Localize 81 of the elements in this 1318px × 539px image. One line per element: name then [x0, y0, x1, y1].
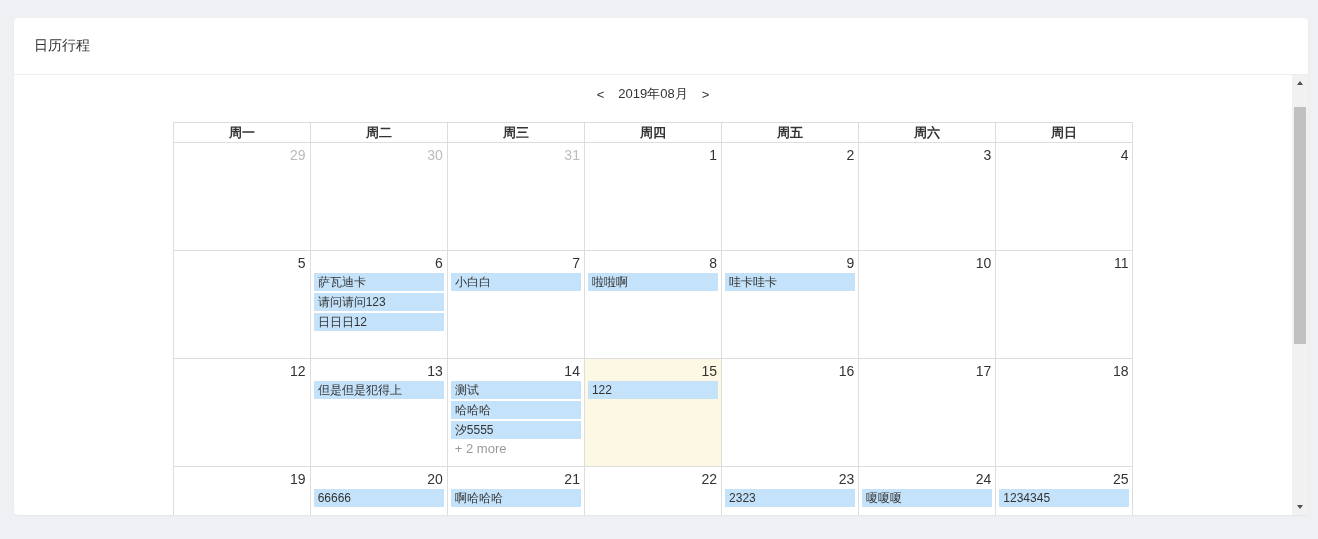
day-number: 23	[838, 471, 855, 487]
day-cell[interactable]: 11	[996, 251, 1134, 359]
calendar-event[interactable]: 122	[587, 381, 719, 399]
day-number: 12	[290, 363, 306, 379]
day-number: 6	[435, 255, 443, 271]
prev-month-button[interactable]: <	[590, 86, 611, 102]
day-number: 31	[564, 147, 580, 163]
day-cell[interactable]: 6 萨瓦迪卡 请问请问123 日日日12	[310, 251, 448, 359]
day-number: 21	[564, 471, 580, 487]
day-number: 3	[983, 147, 992, 163]
day-cell[interactable]: 24 嗄嗄嗄	[859, 467, 997, 515]
calendar-event[interactable]: 嗄嗄嗄	[862, 489, 993, 507]
day-cell[interactable]: 5	[173, 251, 311, 359]
day-cell[interactable]: 18	[996, 359, 1134, 467]
calendar-event[interactable]: 哈哈哈	[450, 401, 581, 419]
day-cell[interactable]: 13 但是但是犯得上	[310, 359, 448, 467]
calendar-event[interactable]: 但是但是犯得上	[313, 381, 444, 399]
day-cell[interactable]: 7 小白白	[447, 251, 585, 359]
day-cell[interactable]: 10	[859, 251, 997, 359]
day-number: 24	[975, 471, 992, 487]
weekday-header: 周日	[996, 122, 1134, 143]
calendar-event[interactable]: 哇卡哇卡	[725, 273, 856, 291]
day-cell[interactable]: 12	[173, 359, 311, 467]
day-number: 29	[290, 147, 306, 163]
calendar-event[interactable]: 2323	[725, 489, 856, 507]
day-number: 15	[701, 363, 718, 379]
day-number: 9	[846, 255, 855, 271]
calendar-event[interactable]: 测试	[450, 381, 581, 399]
day-number: 11	[1113, 255, 1129, 271]
day-cell[interactable]: 20 66666	[310, 467, 448, 515]
panel-title: 日历行程	[34, 37, 90, 55]
day-number: 25	[1112, 471, 1129, 487]
calendar-event[interactable]: 萨瓦迪卡	[313, 273, 444, 291]
calendar-event[interactable]: 1234345	[999, 489, 1130, 507]
weekday-header: 周三	[447, 122, 585, 143]
day-cell[interactable]: 14 测试 哈哈哈 汐5555 + 2 more	[447, 359, 585, 467]
day-number: 5	[297, 255, 306, 271]
day-number: 7	[572, 255, 580, 271]
day-cell[interactable]: 9 哇卡哇卡	[722, 251, 860, 359]
month-title: 2019年08月	[618, 85, 688, 103]
weekday-header: 周一	[173, 122, 311, 143]
day-number: 2	[846, 147, 855, 163]
calendar-event[interactable]: 日日日12	[313, 313, 444, 331]
day-cell[interactable]: 8 啦啦啊	[584, 251, 723, 359]
day-cell[interactable]: 16	[722, 359, 860, 467]
day-number: 4	[1120, 147, 1129, 163]
day-cell[interactable]: 23 2323	[722, 467, 860, 515]
day-cell[interactable]: 15 122	[584, 359, 723, 467]
day-cell[interactable]: 1	[584, 143, 723, 251]
day-number: 20	[427, 471, 443, 487]
weekday-header: 周五	[722, 122, 860, 143]
day-cell[interactable]: 2	[722, 143, 860, 251]
day-number: 14	[564, 363, 580, 379]
scrollbar[interactable]	[1292, 75, 1308, 515]
weekday-header: 周六	[859, 122, 997, 143]
calendar-event[interactable]: 啦啦啊	[587, 273, 719, 291]
day-number: 1	[709, 147, 718, 163]
day-cell[interactable]: 25 1234345	[996, 467, 1134, 515]
calendar-event[interactable]: 请问请问123	[313, 293, 444, 311]
day-cell[interactable]: 3	[859, 143, 997, 251]
weekday-header: 周四	[584, 122, 723, 143]
weekday-header: 周二	[310, 122, 448, 143]
day-cell[interactable]: 21 啊哈哈哈	[447, 467, 585, 515]
calendar-event[interactable]: 66666	[313, 489, 444, 507]
day-number: 13	[427, 363, 443, 379]
day-number: 22	[701, 471, 718, 487]
day-cell[interactable]: 22	[584, 467, 723, 515]
day-number: 18	[1112, 363, 1129, 379]
day-number: 10	[975, 255, 992, 271]
calendar-event[interactable]: 汐5555	[450, 421, 581, 439]
calendar-event[interactable]: 啊哈哈哈	[450, 489, 581, 507]
day-number: 8	[709, 255, 718, 271]
day-number: 30	[427, 147, 443, 163]
calendar-event[interactable]: 小白白	[450, 273, 581, 291]
day-number: 17	[975, 363, 992, 379]
next-month-button[interactable]: >	[695, 86, 716, 102]
day-cell[interactable]: 17	[859, 359, 997, 467]
day-cell[interactable]: 4	[996, 143, 1134, 251]
day-number: 16	[838, 363, 855, 379]
day-number: 19	[290, 471, 306, 487]
day-cell[interactable]: 19	[173, 467, 311, 515]
